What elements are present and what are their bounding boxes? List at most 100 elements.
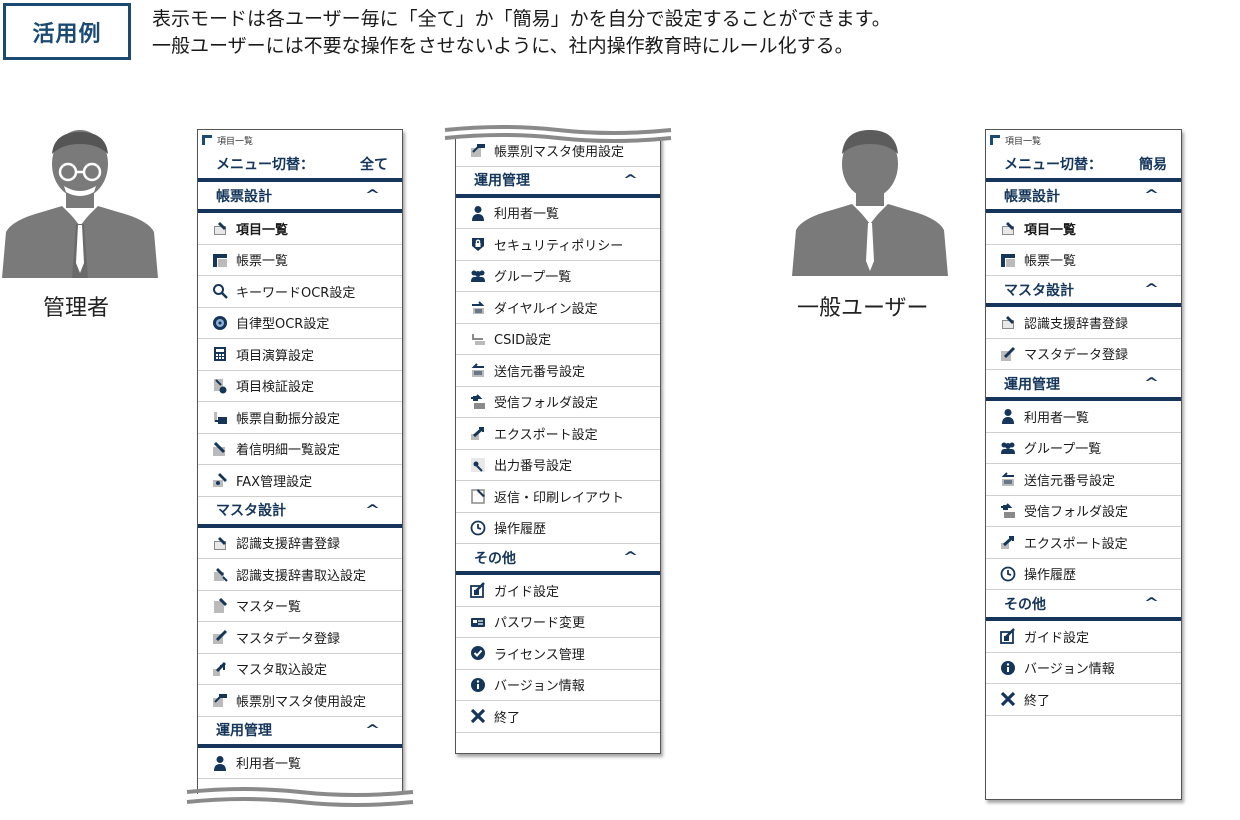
menu-item[interactable]: 項目一覧 (198, 213, 402, 245)
section-header-sec2[interactable]: その他 ^ (456, 544, 660, 575)
chevron-up-icon[interactable]: ^ (1144, 376, 1159, 391)
chevron-up-icon[interactable]: ^ (365, 503, 380, 518)
menu-item[interactable]: 帳票一覧 (986, 245, 1181, 276)
calculator-icon (212, 346, 228, 362)
menu-item[interactable]: 受信フォルダ設定 (986, 496, 1181, 527)
menu-item[interactable]: 受信フォルダ設定 (456, 387, 660, 418)
menu-item[interactable]: FAX管理設定 (198, 465, 402, 497)
chevron-up-icon[interactable]: ^ (1144, 188, 1159, 203)
sender-icon (1000, 471, 1016, 487)
section-header-sec1[interactable]: 帳票設計 ^ (986, 182, 1181, 213)
section-header-sec2[interactable]: マスタ設計 ^ (986, 276, 1181, 307)
menu-item-label: 利用者一覧 (236, 757, 302, 773)
menu-item[interactable]: グループ一覧 (986, 433, 1181, 464)
section-title: マスタ設計 (216, 503, 286, 519)
menu-item[interactable]: 自律型OCR設定 (198, 308, 402, 339)
menu-item[interactable]: ダイヤルイン設定 (456, 292, 660, 324)
menu-item[interactable]: CSID設定 (456, 324, 660, 355)
section-header-sec2[interactable]: マスタ設計 ^ (198, 497, 402, 528)
menu-item[interactable]: 認識支援辞書登録 (986, 307, 1181, 339)
menu-item[interactable]: パスワード変更 (456, 607, 660, 638)
close-icon (470, 708, 486, 724)
menu-item[interactable]: 終了 (986, 684, 1181, 716)
menu-item[interactable]: セキュリティポリシー (456, 229, 660, 261)
section-header-sec3[interactable]: 運用管理 ^ (986, 370, 1181, 401)
verify-icon (212, 378, 228, 394)
menu-item[interactable]: マスタ取込設定 (198, 654, 402, 685)
menu-item-label: マスタデータ登録 (236, 631, 341, 647)
menu-item-label: ガイド設定 (494, 584, 560, 600)
menu-item-label: セキュリティポリシー (494, 238, 624, 254)
fax-icon (212, 472, 228, 488)
menu-item[interactable]: 利用者一覧 (456, 198, 660, 229)
menu-item[interactable]: エクスポート設定 (986, 527, 1181, 559)
section-title: 帳票設計 (216, 188, 272, 205)
menu-item[interactable]: マスタデータ登録 (198, 622, 402, 654)
menu-item[interactable]: ガイド設定 (986, 621, 1181, 653)
sender-icon (470, 362, 486, 378)
chevron-up-icon[interactable]: ^ (365, 723, 380, 738)
break-line-bottom (185, 787, 415, 820)
menu-item-label: 項目演算設定 (236, 348, 315, 364)
menu-item[interactable]: 帳票一覧 (198, 245, 402, 276)
group-icon (470, 268, 486, 284)
menu-item-label: 帳票一覧 (1024, 254, 1077, 270)
menu-item[interactable]: ライセンス管理 (456, 638, 660, 670)
menu-item[interactable]: 項目演算設定 (198, 339, 402, 371)
chevron-up-icon[interactable]: ^ (1144, 282, 1159, 297)
menu-item[interactable]: 認識支援辞書取込設定 (198, 559, 402, 591)
menu-switch-value[interactable]: 簡易 (1139, 154, 1167, 174)
menu-switch[interactable]: メニュー切替： 全て (198, 150, 402, 182)
menu-item[interactable]: エクスポート設定 (456, 418, 660, 450)
menu-item-label: 受信フォルダ設定 (1024, 505, 1129, 521)
app-icon (202, 135, 212, 145)
menu-item[interactable]: 終了 (456, 701, 660, 733)
info-icon (1000, 660, 1016, 676)
menu-switch-value[interactable]: 全て (360, 154, 388, 174)
menu-item[interactable]: マスタデータ登録 (986, 339, 1181, 370)
menu-item[interactable]: 操作履歴 (456, 513, 660, 544)
chevron-up-icon[interactable]: ^ (623, 550, 638, 565)
menu-item[interactable]: バージョン情報 (986, 653, 1181, 684)
chevron-up-icon[interactable]: ^ (1144, 596, 1159, 611)
chevron-up-icon[interactable]: ^ (623, 173, 638, 188)
menu-item[interactable]: 送信元番号設定 (986, 464, 1181, 496)
menu-item[interactable]: 出力番号設定 (456, 450, 660, 481)
password-icon (470, 614, 486, 630)
inbox-icon (470, 394, 486, 410)
menu-item[interactable]: 帳票別マスタ使用設定 (198, 685, 402, 717)
menu-item[interactable]: バージョン情報 (456, 670, 660, 701)
output-number-icon (470, 457, 486, 473)
guide-icon (1000, 628, 1016, 645)
panel-titlebar: 項目一覧 (198, 130, 402, 150)
menu-item[interactable]: 項目検証設定 (198, 371, 402, 402)
section-header-sec1[interactable]: 運用管理 ^ (456, 167, 660, 198)
section-header-sec4[interactable]: その他 ^ (986, 590, 1181, 621)
menu-item[interactable]: 帳票自動振分設定 (198, 402, 402, 434)
section-header-sec3[interactable]: 運用管理 ^ (198, 717, 402, 748)
section-header-sec1[interactable]: 帳票設計 ^ (198, 182, 402, 213)
panel-titlebar: 項目一覧 (986, 130, 1181, 150)
chevron-up-icon[interactable]: ^ (365, 188, 380, 203)
menu-item[interactable]: 着信明細一覧設定 (198, 434, 402, 465)
menu-item[interactable]: 利用者一覧 (986, 401, 1181, 433)
section-title: その他 (1004, 596, 1046, 613)
menu-item[interactable]: グループ一覧 (456, 261, 660, 292)
menu-item-label: グループ一覧 (1024, 442, 1102, 458)
menu-item[interactable]: ガイド設定 (456, 575, 660, 607)
menu-item[interactable]: 認識支援辞書登録 (198, 528, 402, 559)
lock-icon (470, 236, 486, 252)
info-icon (470, 677, 486, 693)
menu-item[interactable]: マスター覧 (198, 591, 402, 622)
form-icon (212, 220, 228, 236)
menu-item[interactable]: 操作履歴 (986, 559, 1181, 590)
menu-item[interactable]: 項目一覧 (986, 213, 1181, 245)
menu-item[interactable]: 送信元番号設定 (456, 355, 660, 387)
menu-item[interactable]: 利用者一覧 (198, 748, 402, 779)
menu-item-label: 自律型OCR設定 (236, 317, 330, 333)
app-icon (990, 135, 1000, 145)
menu-item[interactable]: 返信・印刷レイアウト (456, 481, 660, 513)
globe-icon (212, 315, 228, 331)
menu-switch[interactable]: メニュー切替： 簡易 (986, 150, 1181, 182)
menu-item[interactable]: キーワードOCR設定 (198, 276, 402, 308)
